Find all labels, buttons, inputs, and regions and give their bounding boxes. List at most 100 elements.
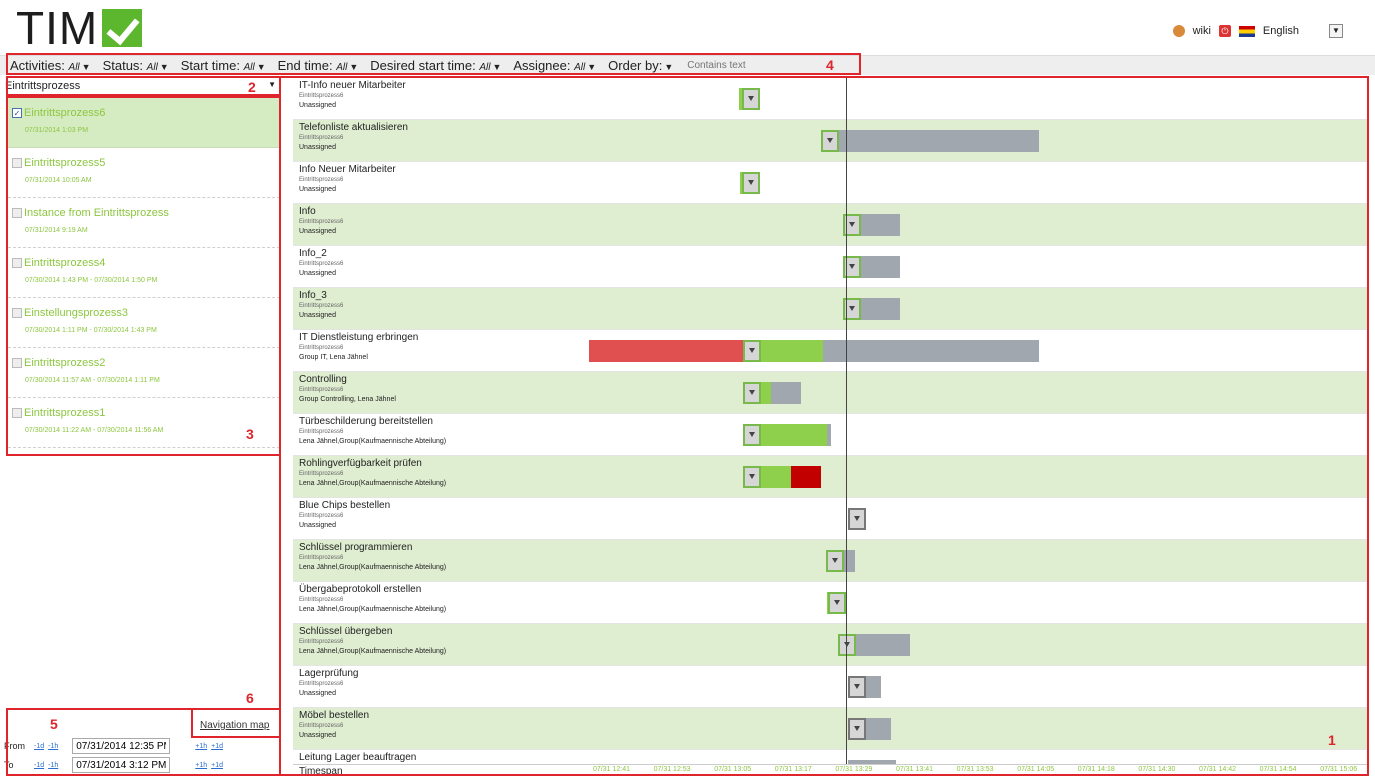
- task-assignee: Unassigned: [299, 690, 336, 697]
- task-row[interactable]: Info Neuer Mitarbeiter Eintrittsprozess6 U…: [293, 162, 1368, 204]
- task-process: Eintrittsprozess6: [299, 555, 344, 561]
- task-bar-segment[interactable]: [823, 340, 1039, 362]
- task-row[interactable]: Info_3 Eintrittsprozess6 Unassigned: [293, 288, 1368, 330]
- process-select[interactable]: Eintrittsprozess ▼: [5, 80, 280, 96]
- task-assignee: Group Controlling, Lena Jähnel: [299, 396, 396, 403]
- filter-bar: Activities: All ▼ Status: All ▼ Start time…: [0, 55, 1375, 75]
- instance-item[interactable]: ✓ Eintrittsprozess6 07/31/2014 1:03 PM: [8, 98, 280, 148]
- task-bar-segment[interactable]: [791, 466, 821, 488]
- task-row[interactable]: Blue Chips bestellen Eintrittsprozess6 Una…: [293, 498, 1368, 540]
- language-label[interactable]: English: [1263, 25, 1299, 37]
- to-minus-day[interactable]: -1d: [34, 762, 44, 769]
- to-plus-hour[interactable]: +1h: [195, 762, 207, 769]
- user-link[interactable]: wiki: [1193, 25, 1211, 37]
- task-dropdown-icon[interactable]: [743, 382, 761, 404]
- instance-item[interactable]: Eintrittsprozess5 07/31/2014 10:05 AM: [8, 148, 280, 198]
- task-bar-segment[interactable]: [865, 676, 881, 698]
- task-bar-segment[interactable]: [827, 424, 831, 446]
- instance-item[interactable]: Eintrittsprozess2 07/30/2014 11:57 AM - 0…: [8, 348, 280, 398]
- from-plus-hour[interactable]: +1h: [195, 743, 207, 750]
- task-dropdown-icon[interactable]: [742, 88, 760, 110]
- task-dropdown-icon[interactable]: [848, 676, 866, 698]
- to-input[interactable]: [72, 757, 171, 773]
- to-plus-day[interactable]: +1d: [211, 762, 223, 769]
- task-row[interactable]: Möbel bestellen Eintrittsprozess6 Unassign…: [293, 708, 1368, 750]
- instance-name: Einstellungsprozess3: [12, 307, 280, 319]
- from-plus-day[interactable]: +1d: [211, 743, 223, 750]
- task-process: Eintrittsprozess6: [299, 219, 344, 225]
- instance-date: 07/30/2014 11:57 AM - 07/30/2014 1:11 PM: [25, 377, 160, 384]
- task-row[interactable]: IT Dienstleistung erbringen Eintrittsproz…: [293, 330, 1368, 372]
- task-assignee: Unassigned: [299, 144, 336, 151]
- task-row[interactable]: Controlling Eintrittsprozess6 Group Contro…: [293, 372, 1368, 414]
- task-dropdown-icon[interactable]: [828, 592, 846, 614]
- task-bar-segment[interactable]: [865, 718, 891, 740]
- task-row[interactable]: Rohlingverfügbarkeit prüfen Eintrittsproz…: [293, 456, 1368, 498]
- task-process: Eintrittsprozess6: [299, 387, 344, 393]
- navigation-map-link[interactable]: Navigation map: [200, 720, 269, 731]
- checkbox-icon[interactable]: [12, 158, 22, 168]
- task-process: Eintrittsprozess6: [299, 681, 344, 687]
- checkbox-icon[interactable]: [12, 308, 22, 318]
- filter-assignee[interactable]: Assignee: All ▼: [513, 58, 596, 73]
- task-row[interactable]: Info Eintrittsprozess6 Unassigned: [293, 204, 1368, 246]
- task-row[interactable]: Schlüssel programmieren Eintrittsprozess6…: [293, 540, 1368, 582]
- task-dropdown-icon[interactable]: [743, 340, 761, 362]
- task-dropdown-icon[interactable]: [838, 634, 856, 656]
- task-process: Eintrittsprozess6: [299, 471, 344, 477]
- task-bar-segment[interactable]: [771, 382, 801, 404]
- checkbox-icon[interactable]: ✓: [12, 108, 22, 118]
- checkbox-icon[interactable]: [12, 358, 22, 368]
- filter-start-time[interactable]: Start time: All ▼: [181, 58, 266, 73]
- task-assignee: Lena Jähnel,Group(Kaufmaennische Abteilu…: [299, 438, 447, 445]
- task-row[interactable]: Lagerprüfung Eintrittsprozess6 Unassigned: [293, 666, 1368, 708]
- checkbox-icon[interactable]: [12, 258, 22, 268]
- filter-status[interactable]: Status: All ▼: [103, 58, 169, 73]
- from-minus-day[interactable]: -1d: [34, 743, 44, 750]
- task-bar-segment[interactable]: [589, 340, 743, 362]
- task-assignee: Unassigned: [299, 270, 336, 277]
- task-row[interactable]: Telefonliste aktualisieren Eintrittsproze…: [293, 120, 1368, 162]
- instance-item[interactable]: Instance from Eintrittsprozess 07/31/2014…: [8, 198, 280, 248]
- task-dropdown-icon[interactable]: [742, 172, 760, 194]
- filter-end-time[interactable]: End time: All ▼: [278, 58, 359, 73]
- instance-name: ✓ Eintrittsprozess6: [12, 107, 106, 119]
- task-row[interactable]: Info_2 Eintrittsprozess6 Unassigned: [293, 246, 1368, 288]
- task-dropdown-icon[interactable]: [826, 550, 844, 572]
- checkbox-icon[interactable]: [12, 408, 22, 418]
- from-input[interactable]: [72, 738, 171, 754]
- time-tick-label: 07/31 14:42: [1199, 766, 1236, 773]
- from-minus-hour[interactable]: -1h: [48, 743, 58, 750]
- task-dropdown-icon[interactable]: [821, 130, 839, 152]
- to-minus-hour[interactable]: -1h: [48, 762, 58, 769]
- task-assignee: Group IT, Lena Jähnel: [299, 354, 368, 361]
- task-dropdown-icon[interactable]: [848, 508, 866, 530]
- task-dropdown-icon[interactable]: [743, 424, 761, 446]
- instance-item[interactable]: Eintrittsprozess1 07/30/2014 11:22 AM - 0…: [8, 398, 280, 448]
- task-process: Eintrittsprozess6: [299, 177, 344, 183]
- instance-item[interactable]: Eintrittsprozess4 07/30/2014 1:43 PM - 07…: [8, 248, 280, 298]
- task-row[interactable]: Übergabeprotokoll erstellen Eintrittsproz…: [293, 582, 1368, 624]
- filter-activities[interactable]: Activities: All ▼: [10, 58, 91, 73]
- language-dropdown[interactable]: ▼: [1329, 24, 1343, 38]
- task-bar-segment[interactable]: [828, 130, 1039, 152]
- instance-item[interactable]: Einstellungsprozess3 07/30/2014 1:11 PM -…: [8, 298, 280, 348]
- checkbox-icon[interactable]: [12, 208, 22, 218]
- time-tick-label: 07/31 12:41: [593, 766, 630, 773]
- logout-icon[interactable]: ⏻: [1218, 25, 1231, 37]
- instance-date: 07/30/2014 1:43 PM - 07/30/2014 1:50 PM: [25, 277, 158, 284]
- search-input[interactable]: [687, 60, 778, 71]
- task-title: Lagerprüfung: [299, 668, 359, 679]
- task-dropdown-icon[interactable]: [848, 718, 866, 740]
- task-row[interactable]: IT-Info neuer Mitarbeiter Eintrittsprozes…: [293, 78, 1368, 120]
- task-row[interactable]: Türbeschilderung bereitstellen Eintrittsp…: [293, 414, 1368, 456]
- task-title: Türbeschilderung bereitstellen: [299, 416, 433, 427]
- filter-desired-start-time[interactable]: Desired start time: All ▼: [370, 58, 501, 73]
- callout-5: 5: [50, 716, 58, 732]
- task-dropdown-icon[interactable]: [743, 466, 761, 488]
- filter-order-by[interactable]: Order by: ▼: [608, 58, 673, 73]
- task-title: Möbel bestellen: [299, 710, 370, 721]
- task-row[interactable]: Schlüssel übergeben Eintrittsprozess6 Lena…: [293, 624, 1368, 666]
- gantt-chart: Leitung Lager beauftragen Möbel bestellen…: [293, 78, 1368, 776]
- instance-date: 07/30/2014 1:11 PM - 07/30/2014 1:43 PM: [25, 327, 157, 334]
